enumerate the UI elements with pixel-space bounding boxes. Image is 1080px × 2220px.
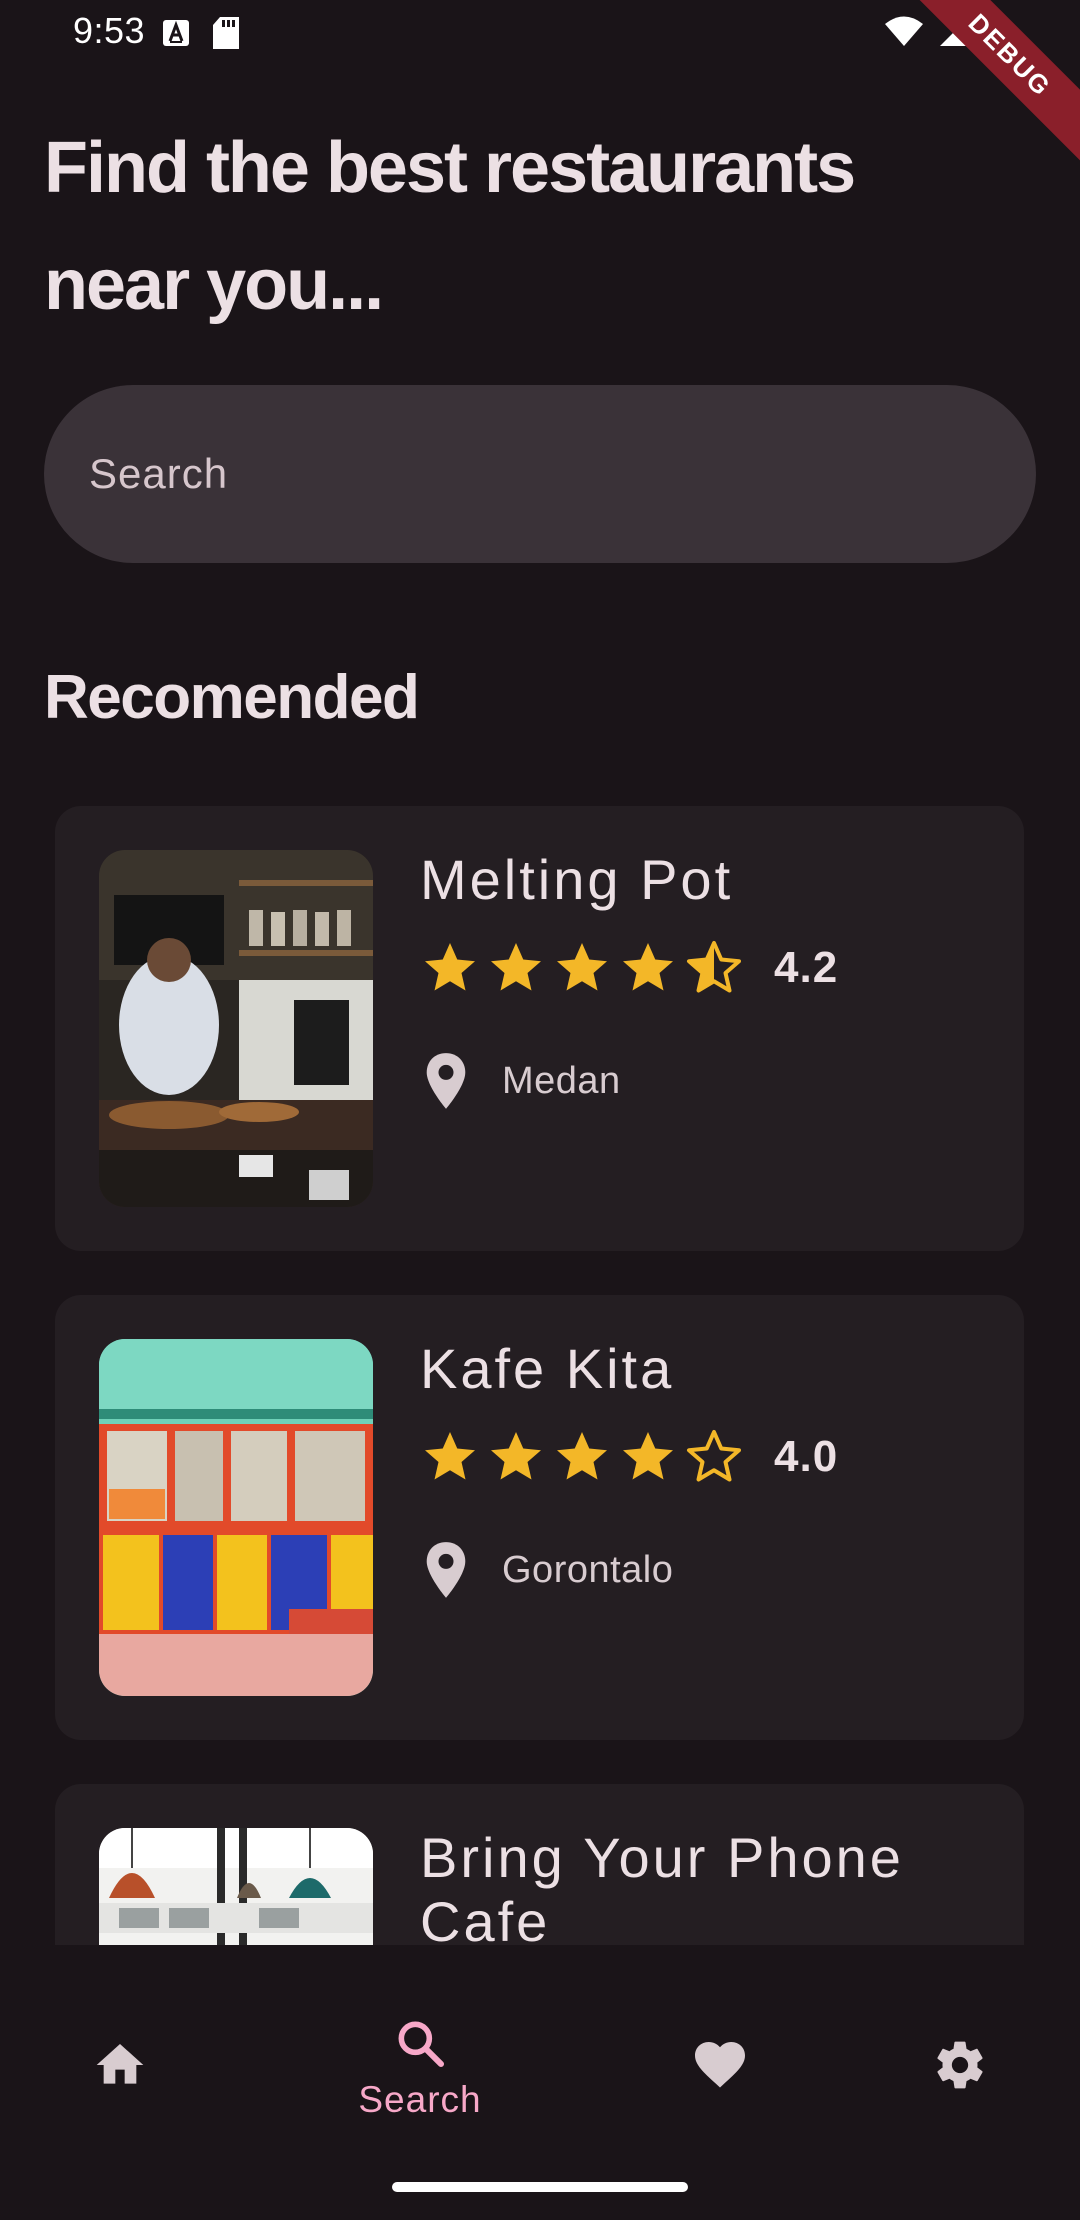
rating-row: 4.2 — [420, 938, 838, 998]
restaurant-image — [99, 850, 373, 1207]
location-pin-icon — [426, 1053, 466, 1109]
restaurant-image — [99, 1828, 373, 1945]
a-box-icon — [163, 20, 189, 46]
star-half-icon — [687, 941, 741, 993]
star-full-icon — [623, 943, 673, 991]
rating-row: 4.0 — [420, 1427, 838, 1487]
bottom-navigation: Search — [0, 1945, 1080, 2220]
location-row: Medan — [420, 1051, 621, 1111]
star-full-icon — [623, 1432, 673, 1480]
rating-value: 4.2 — [774, 943, 839, 992]
page-title: Find the best restaurants near you... — [44, 128, 856, 325]
app-screen: 9:53 DEBUG Find the best restaurants nea… — [0, 0, 1080, 2220]
star-full-icon — [491, 943, 541, 991]
gear-icon — [937, 2041, 983, 2089]
nav-item-home[interactable] — [0, 2015, 240, 2145]
search-input[interactable] — [89, 385, 989, 563]
search-field[interactable] — [44, 385, 1036, 563]
section-title: Recomended — [44, 663, 420, 732]
nav-item-favorites[interactable] — [600, 2015, 840, 2145]
star-full-icon — [557, 943, 607, 991]
rating-value: 4.0 — [774, 1432, 839, 1481]
heart-icon — [695, 2042, 745, 2088]
search-icon — [398, 2021, 445, 2068]
nav-label-search: Search — [358, 2079, 482, 2120]
nav-item-search[interactable]: Search — [300, 2015, 540, 2145]
star-empty-icon — [687, 1430, 741, 1482]
star-full-icon — [491, 1432, 541, 1480]
nav-item-settings[interactable] — [840, 2015, 1080, 2145]
restaurant-name: Melting Pot — [420, 848, 734, 911]
status-bar: 9:53 DEBUG — [0, 0, 1080, 165]
sd-card-icon — [213, 17, 239, 49]
restaurant-name: Kafe Kita — [420, 1337, 675, 1400]
star-full-icon — [425, 943, 475, 991]
restaurant-name: Bring Your Phone Cafe — [420, 1826, 904, 1945]
location-pin-icon — [426, 1542, 466, 1598]
star-full-icon — [557, 1432, 607, 1480]
status-left-icons — [162, 16, 240, 50]
restaurant-list[interactable]: Melting Pot 4.2 Medan Kafe Kita 4.0 Goro… — [0, 770, 1080, 1945]
star-full-icon — [425, 1432, 475, 1480]
wifi-icon — [885, 16, 923, 46]
restaurant-card[interactable]: Melting Pot 4.2 Medan — [55, 806, 1024, 1251]
home-icon — [96, 2044, 144, 2084]
location-city: Gorontalo — [502, 1548, 674, 1591]
restaurant-image — [99, 1339, 373, 1696]
location-city: Medan — [502, 1059, 621, 1102]
home-indicator[interactable] — [392, 2182, 688, 2192]
restaurant-card[interactable]: Bring Your Phone Cafe — [55, 1784, 1024, 1945]
status-time: 9:53 — [73, 10, 146, 51]
location-row: Gorontalo — [420, 1540, 673, 1600]
restaurant-card[interactable]: Kafe Kita 4.0 Gorontalo — [55, 1295, 1024, 1740]
